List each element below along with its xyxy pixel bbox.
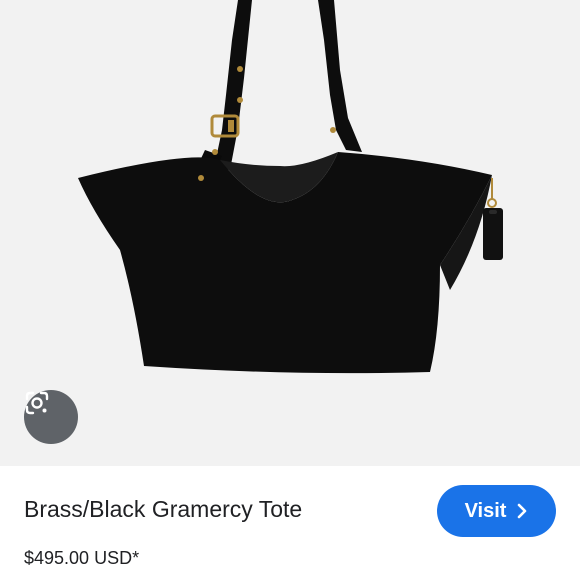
product-title[interactable]: Brass/Black Gramercy Tote: [24, 496, 302, 523]
tote-bag-illustration: [78, 0, 503, 374]
product-image[interactable]: [0, 0, 580, 466]
visit-button-label: Visit: [464, 499, 507, 522]
visit-button[interactable]: Visit: [437, 485, 556, 537]
chevron-right-icon: [518, 503, 527, 519]
product-price: $495.00 USD*: [24, 548, 140, 568]
product-info: Brass/Black Gramercy Tote $495.00 USD* V…: [0, 466, 580, 580]
google-lens-button[interactable]: [24, 390, 78, 444]
search-result-card: Brass/Black Gramercy Tote $495.00 USD* V…: [0, 0, 580, 580]
google-lens-icon: [25, 391, 49, 415]
